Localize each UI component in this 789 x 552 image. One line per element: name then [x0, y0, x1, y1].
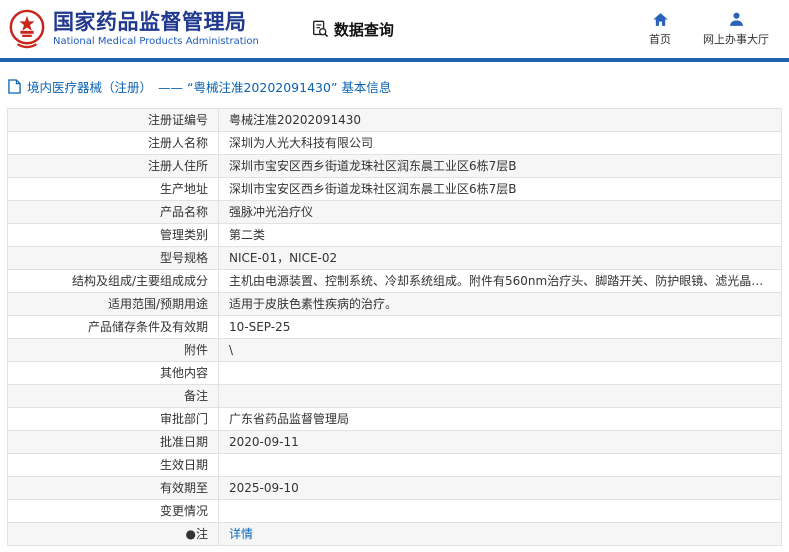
row-label: 审批部门 [7, 407, 219, 431]
table-row: 注册证编号 粤械注准20202091430 [7, 108, 782, 132]
table-row: 生效日期 [7, 453, 782, 477]
row-value: 强脉冲光治疗仪 [218, 200, 782, 224]
row-value: 适用于皮肤色素性疾病的治疗。 [218, 292, 782, 316]
person-icon [728, 11, 745, 28]
org-titles: 国家药品监督管理局 National Medical Products Admi… [53, 10, 259, 48]
nav-home-label: 首页 [649, 33, 671, 46]
row-label: 产品储存条件及有效期 [7, 315, 219, 339]
row-label: 附件 [7, 338, 219, 362]
row-value: 深圳市宝安区西乡街道龙珠社区润东晨工业区6栋7层B [218, 177, 782, 201]
page-header: 国家药品监督管理局 National Medical Products Admi… [0, 0, 789, 58]
table-row: 适用范围/预期用途 适用于皮肤色素性疾病的治疗。 [7, 292, 782, 316]
table-row: 产品储存条件及有效期 10-SEP-25 [7, 315, 782, 339]
row-label: 有效期至 [7, 476, 219, 500]
row-label: 其他内容 [7, 361, 219, 385]
row-label: 注册证编号 [7, 108, 219, 132]
table-row: 附件 \ [7, 338, 782, 362]
row-label: 生效日期 [7, 453, 219, 477]
row-label: 产品名称 [7, 200, 219, 224]
nav-online-hall-label: 网上办事大厅 [703, 33, 769, 46]
row-label: 型号规格 [7, 246, 219, 270]
row-label: 适用范围/预期用途 [7, 292, 219, 316]
row-value: \ [218, 338, 782, 362]
table-row: 型号规格 NICE-01，NICE-02 [7, 246, 782, 270]
row-value: 2020-09-11 [218, 430, 782, 454]
row-value: 深圳为人光大科技有限公司 [218, 131, 782, 155]
breadcrumb: 境内医疗器械（注册） —— “粤械注准20202091430” 基本信息 [0, 62, 789, 108]
data-query-icon [311, 20, 329, 38]
row-value: 10-SEP-25 [218, 315, 782, 339]
table-row: 备注 [7, 384, 782, 408]
org-name-en: National Medical Products Administration [53, 36, 259, 48]
row-value [218, 453, 782, 477]
table-row: 有效期至 2025-09-10 [7, 476, 782, 500]
data-query-label: 数据查询 [333, 20, 394, 39]
table-row: 批准日期 2020-09-11 [7, 430, 782, 454]
table-row: 审批部门 广东省药品监督管理局 [7, 407, 782, 431]
national-emblem-icon [8, 8, 46, 50]
home-icon [652, 11, 669, 28]
nav-online-hall[interactable]: 网上办事大厅 [703, 11, 769, 47]
breadcrumb-category[interactable]: 境内医疗器械（注册） [27, 77, 152, 96]
detail-link[interactable]: 详情 [229, 527, 253, 541]
row-label: 批准日期 [7, 430, 219, 454]
row-label: 管理类别 [7, 223, 219, 247]
table-row: ●注 详情 [7, 522, 782, 546]
row-label: 变更情况 [7, 499, 219, 523]
nav-home[interactable]: 首页 [643, 11, 677, 47]
row-value [218, 384, 782, 408]
org-name-cn: 国家药品监督管理局 [53, 10, 247, 35]
table-row: 结构及组成/主要组成成分 主机由电源装置、控制系统、冷却系统组成。附件有560nm… [7, 269, 782, 293]
row-label: 注册人名称 [7, 131, 219, 155]
row-value: 广东省药品监督管理局 [218, 407, 782, 431]
row-label: ●注 [7, 522, 219, 546]
row-value: NICE-01，NICE-02 [218, 246, 782, 270]
row-value [218, 361, 782, 385]
table-row: 生产地址 深圳市宝安区西乡街道龙珠社区润东晨工业区6栋7层B [7, 177, 782, 201]
top-nav: 首页 网上办事大厅 [643, 11, 769, 47]
row-value: 深圳市宝安区西乡街道龙珠社区润东晨工业区6栋7层B [218, 154, 782, 178]
row-value: 详情 [218, 522, 782, 546]
row-label: 生产地址 [7, 177, 219, 201]
row-label: 备注 [7, 384, 219, 408]
table-row: 注册人名称 深圳为人光大科技有限公司 [7, 131, 782, 155]
breadcrumb-title: —— “粤械注准20202091430” 基本信息 [158, 80, 392, 95]
registration-info-table: 注册证编号 粤械注准20202091430 注册人名称 深圳为人光大科技有限公司 注册人… [7, 108, 782, 546]
row-value: 第二类 [218, 223, 782, 247]
row-value: 2025-09-10 [218, 476, 782, 500]
row-label: 注册人住所 [7, 154, 219, 178]
row-label: 结构及组成/主要组成成分 [7, 269, 219, 293]
table-row: 管理类别 第二类 [7, 223, 782, 247]
nmpa-logo-block: 国家药品监督管理局 National Medical Products Admi… [8, 8, 259, 50]
info-table-body: 注册证编号 粤械注准20202091430 注册人名称 深圳为人光大科技有限公司 注册人… [7, 108, 782, 546]
row-value [218, 499, 782, 523]
data-query-tab[interactable]: 数据查询 [311, 19, 394, 40]
table-row: 变更情况 [7, 499, 782, 523]
table-row: 其他内容 [7, 361, 782, 385]
row-value: 主机由电源装置、控制系统、冷却系统组成。附件有560nm治疗头、脚踏开关、防护眼… [218, 269, 782, 293]
document-icon [8, 79, 21, 94]
row-value: 粤械注准20202091430 [218, 108, 782, 132]
table-row: 产品名称 强脉冲光治疗仪 [7, 200, 782, 224]
table-row: 注册人住所 深圳市宝安区西乡街道龙珠社区润东晨工业区6栋7层B [7, 154, 782, 178]
